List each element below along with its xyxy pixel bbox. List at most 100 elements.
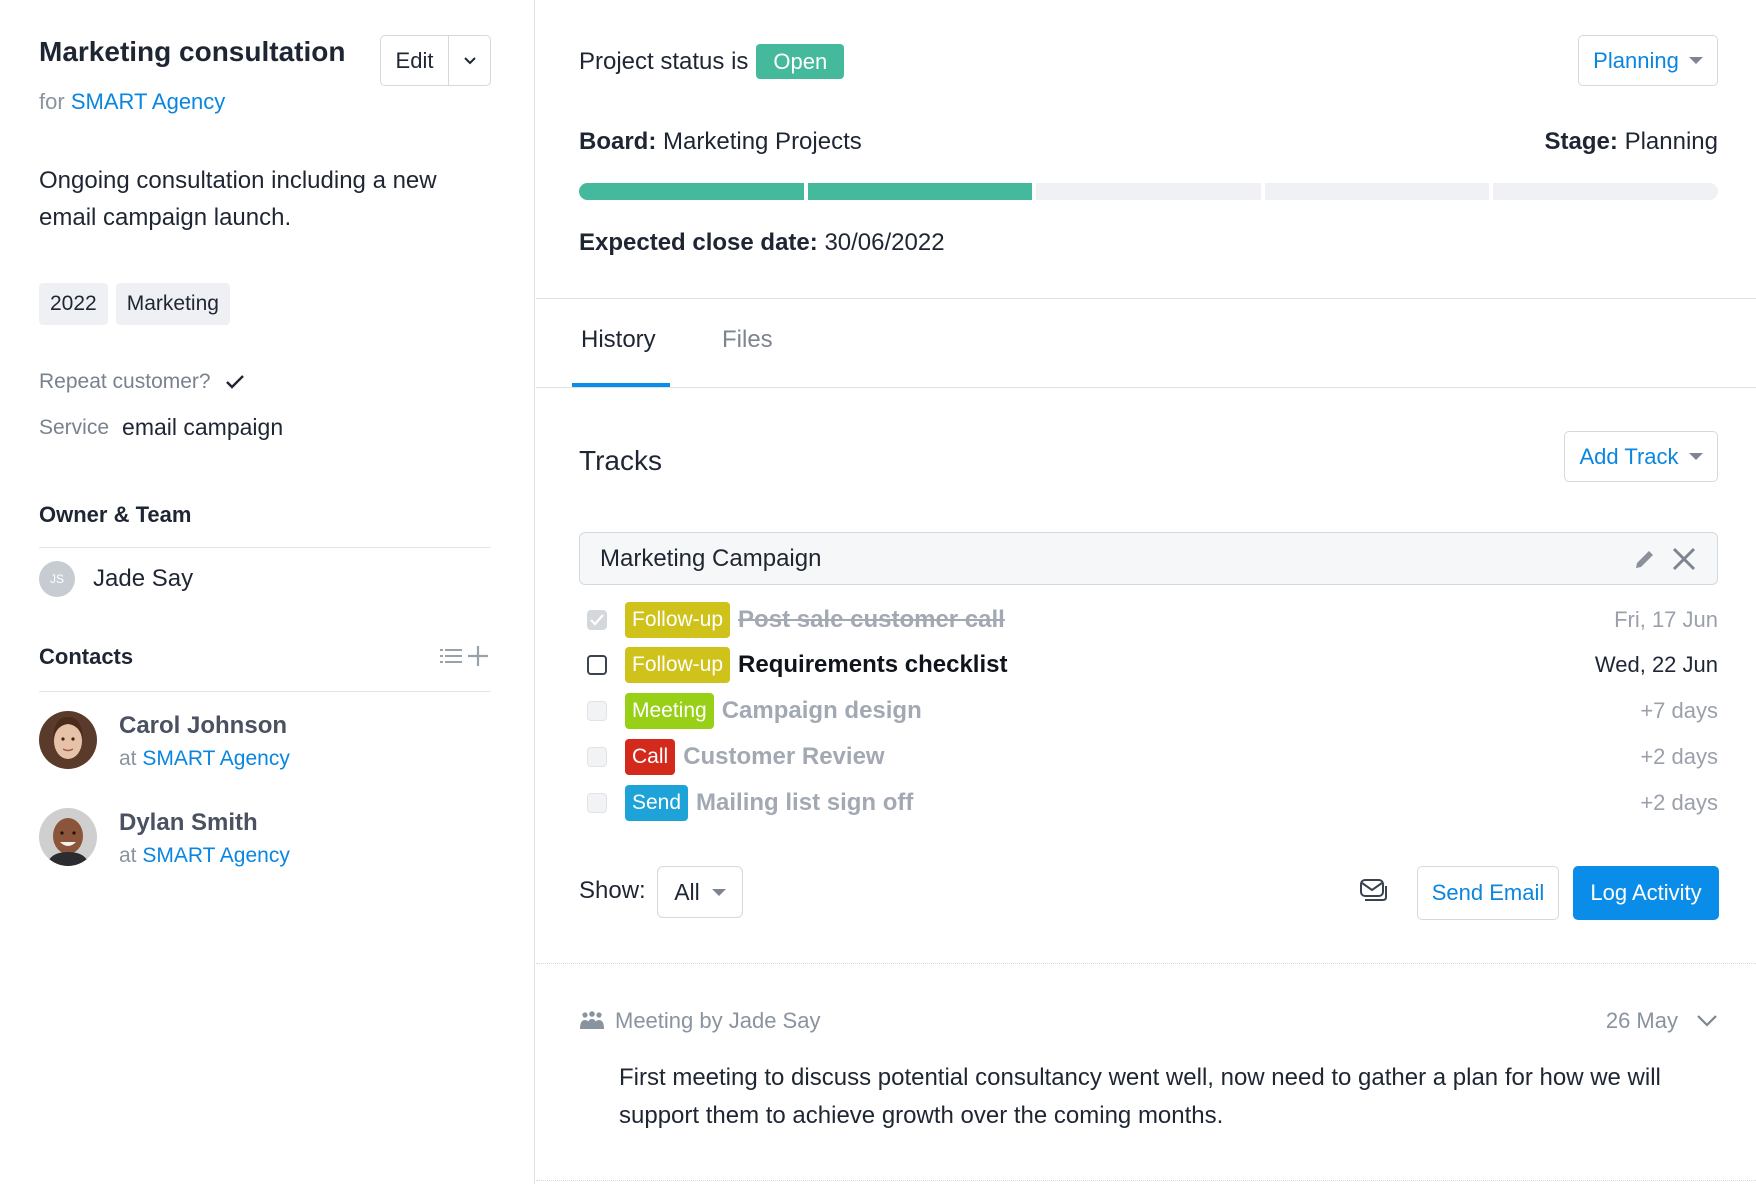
log-activity-button[interactable]: Log Activity: [1573, 866, 1719, 920]
contact-name[interactable]: Dylan Smith: [119, 808, 290, 838]
contact-company-line: at SMART Agency: [119, 741, 290, 777]
task-date: Fri, 17 Jun: [1614, 607, 1718, 632]
project-sidebar: Marketing consultation for SMART Agency …: [0, 0, 535, 1184]
task-checkbox[interactable]: [587, 747, 607, 767]
task-type-tag: Call: [625, 739, 676, 775]
tracks-heading: Tracks: [579, 445, 662, 476]
task-type-tag: Follow-up: [625, 647, 731, 683]
pencil-icon[interactable]: [1633, 547, 1657, 571]
task-checkbox[interactable]: [587, 793, 607, 813]
project-main: Project status is Open Planning Board: M…: [536, 0, 1756, 1184]
task-row: Meeting Campaign design +7 days: [579, 691, 1718, 731]
task-date: +7 days: [1640, 698, 1718, 723]
show-filter-select[interactable]: All: [657, 866, 743, 918]
contact-avatar: [39, 808, 97, 866]
close-date-value: 30/06/2022: [824, 229, 945, 256]
email-thread-icon[interactable]: [1359, 878, 1389, 909]
close-date-label: Expected close date:: [579, 229, 818, 256]
owner-item[interactable]: JS Jade Say: [39, 561, 193, 597]
task-date: Wed, 22 Jun: [1594, 652, 1718, 677]
task-date: +2 days: [1640, 790, 1718, 815]
add-track-label: Add Track: [1579, 443, 1679, 469]
at-prefix: at: [119, 747, 137, 770]
activity-header: Meeting by Jade Say 26 May: [579, 1008, 1718, 1034]
contact-company-line: at SMART Agency: [119, 838, 290, 874]
divider: [536, 963, 1756, 964]
stage-progress-bar: [579, 183, 1718, 200]
show-filter-label: Show:: [579, 877, 646, 904]
task-checkbox[interactable]: [587, 610, 607, 630]
contact-item[interactable]: Dylan Smith at SMART Agency: [39, 808, 290, 874]
task-date: +2 days: [1640, 744, 1718, 769]
task-title[interactable]: Mailing list sign off: [696, 789, 1640, 817]
repeat-customer-field: Repeat customer?: [39, 370, 245, 394]
task-row: Send Mailing list sign off +2 days: [579, 783, 1718, 823]
task-title[interactable]: Post sale customer call: [738, 606, 1614, 634]
list-icon[interactable]: [440, 647, 462, 665]
task-checkbox[interactable]: [587, 701, 607, 721]
caret-down-icon: [711, 888, 726, 896]
project-status: Project status is Open: [579, 44, 845, 79]
task-type-tag: Send: [625, 785, 689, 821]
project-description: Ongoing consultation including a new ema…: [39, 167, 437, 231]
tabs-divider: [536, 387, 1756, 388]
stage-dropdown[interactable]: Planning: [1578, 35, 1718, 86]
for-prefix: for: [39, 89, 65, 114]
caret-down-icon: [1688, 57, 1703, 64]
stage-value: Planning: [1624, 128, 1718, 155]
company-link[interactable]: SMART Agency: [71, 89, 225, 114]
tag[interactable]: Marketing: [115, 283, 230, 325]
progress-segment: [579, 183, 804, 200]
owner-name: Jade Say: [93, 565, 194, 592]
send-email-button[interactable]: Send Email: [1417, 866, 1559, 920]
task-title[interactable]: Campaign design: [722, 697, 1641, 725]
add-track-button[interactable]: Add Track: [1564, 431, 1718, 482]
edit-button[interactable]: Edit: [381, 36, 449, 85]
progress-segment: [1264, 183, 1490, 200]
task-title[interactable]: Requirements checklist: [738, 651, 1595, 679]
divider: [39, 691, 491, 692]
close-icon[interactable]: [1671, 546, 1697, 572]
stage-info: Stage: Planning: [1545, 128, 1718, 156]
plus-icon[interactable]: [466, 644, 490, 668]
tag[interactable]: 2022: [39, 283, 108, 325]
progress-segment: [807, 183, 1033, 200]
company-link[interactable]: SMART Agency: [142, 747, 289, 770]
service-label: Service: [39, 415, 110, 439]
owner-team-heading: Owner & Team: [39, 502, 192, 527]
tab-history[interactable]: History: [581, 326, 656, 354]
contacts-heading: Contacts: [39, 644, 134, 669]
status-label: Project status is: [579, 47, 749, 75]
board-info: Board: Marketing Projects: [579, 128, 862, 156]
show-filter-value: All: [674, 878, 700, 905]
at-prefix: at: [119, 844, 137, 867]
caret-down-icon: [1688, 453, 1703, 460]
board-value: Marketing Projects: [663, 128, 862, 155]
activity-date: 26 May: [1605, 1008, 1678, 1033]
task-title[interactable]: Customer Review: [683, 743, 1640, 771]
service-field: Service email campaign: [39, 414, 283, 441]
expected-close-date: Expected close date: 30/06/2022: [579, 229, 945, 257]
chevron-down-icon[interactable]: [1696, 1014, 1718, 1028]
activity-title: Meeting by Jade Say: [615, 1008, 821, 1033]
tag-list: 2022 Marketing: [39, 283, 230, 325]
task-type-tag: Meeting: [625, 693, 714, 729]
divider: [39, 547, 491, 548]
board-label: Board:: [579, 128, 657, 155]
progress-segment: [1036, 183, 1261, 200]
activity-body: First meeting to discuss potential consu…: [619, 1064, 1661, 1129]
task-row: Follow-up Requirements checklist Wed, 22 J…: [579, 645, 1718, 685]
edit-menu-button[interactable]: [449, 36, 490, 85]
tab-files[interactable]: Files: [722, 326, 773, 354]
contacts-actions: [440, 644, 490, 668]
contact-name[interactable]: Carol Johnson: [119, 711, 290, 741]
task-checkbox[interactable]: [587, 655, 607, 675]
divider: [536, 298, 1756, 299]
service-value: email campaign: [122, 414, 284, 440]
checkmark-icon: [225, 375, 244, 389]
repeat-customer-label: Repeat customer?: [39, 370, 211, 393]
task-row: Follow-up Post sale customer call Fri, 17 …: [579, 600, 1718, 640]
edit-button-group: Edit: [380, 35, 491, 86]
contact-item[interactable]: Carol Johnson at SMART Agency: [39, 711, 290, 777]
company-link[interactable]: SMART Agency: [142, 844, 289, 867]
